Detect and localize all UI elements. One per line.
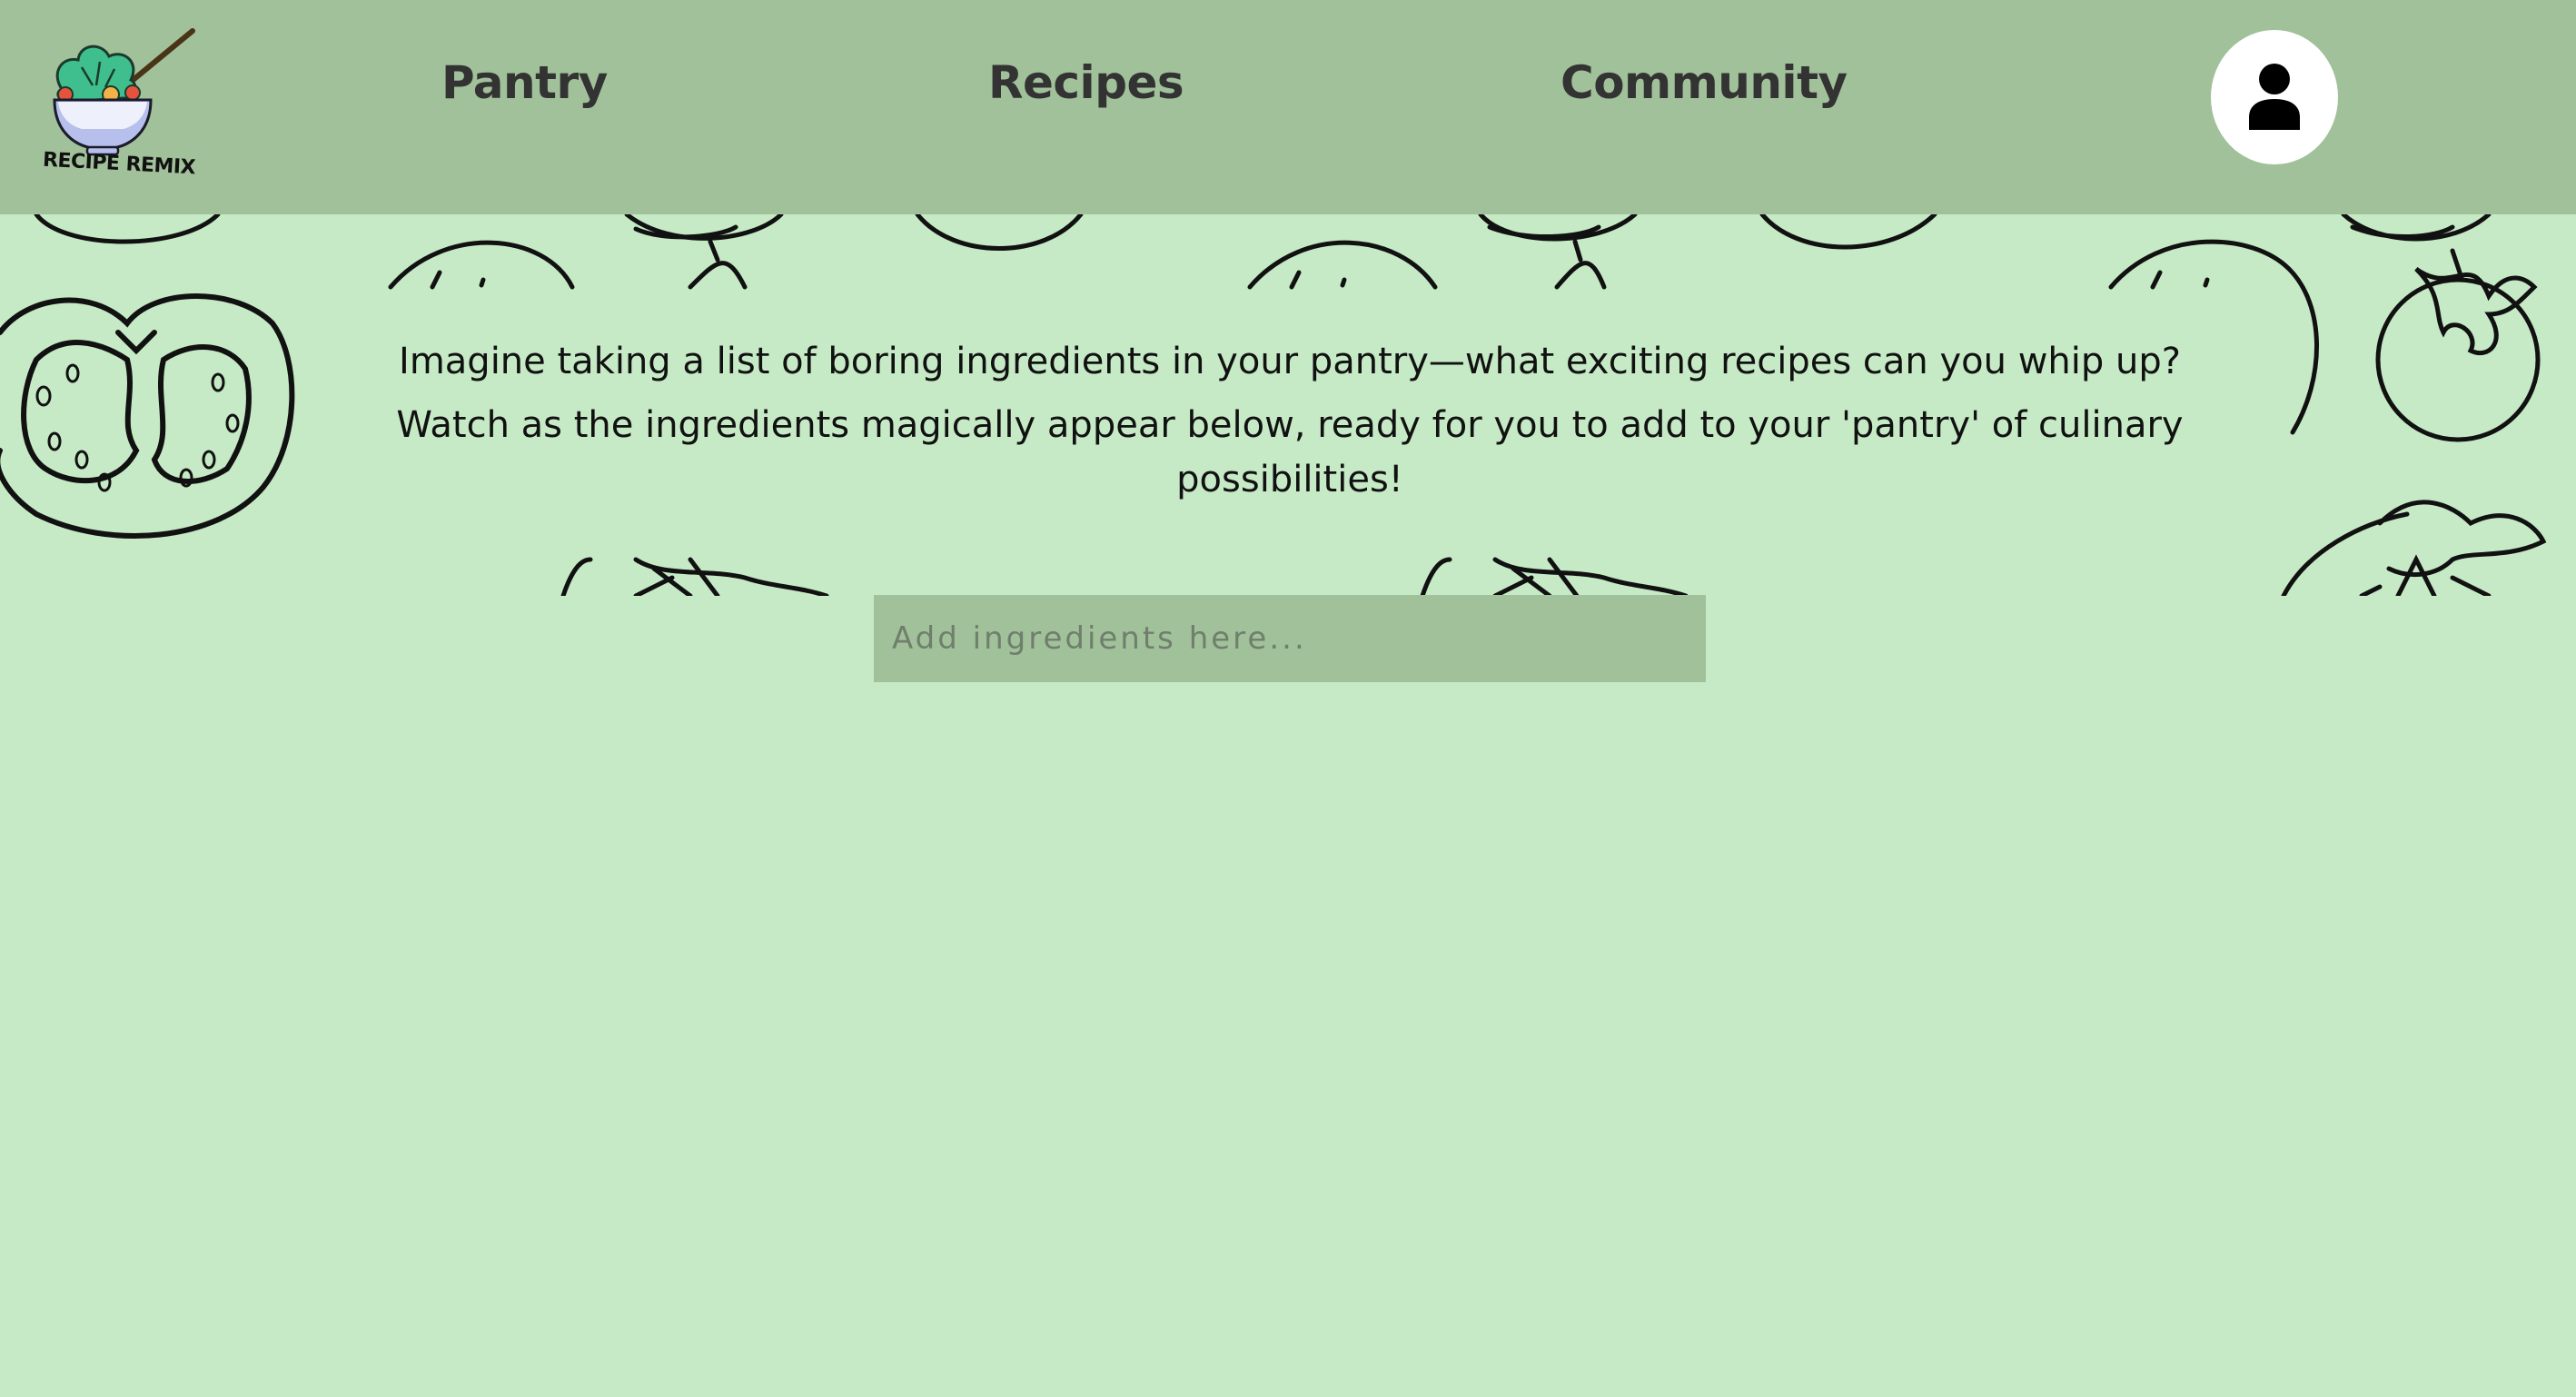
intro-section: Imagine taking a list of boring ingredie… [391, 334, 2189, 507]
nav-recipes-link[interactable]: Recipes [988, 56, 1184, 109]
intro-line-1: Imagine taking a list of boring ingredie… [399, 341, 2181, 382]
nav-community-link[interactable]: Community [1560, 56, 1848, 109]
nav-pantry-link[interactable]: Pantry [441, 56, 608, 109]
user-icon [2249, 64, 2300, 130]
profile-button[interactable] [2211, 30, 2338, 164]
intro-line-2: Watch as the ingredients magically appea… [396, 404, 2184, 500]
ingredient-search-input[interactable] [874, 595, 1706, 682]
navbar: RECIPE REMIX Pantry Recipes Community [0, 0, 2576, 214]
logo[interactable]: RECIPE REMIX [42, 25, 196, 189]
